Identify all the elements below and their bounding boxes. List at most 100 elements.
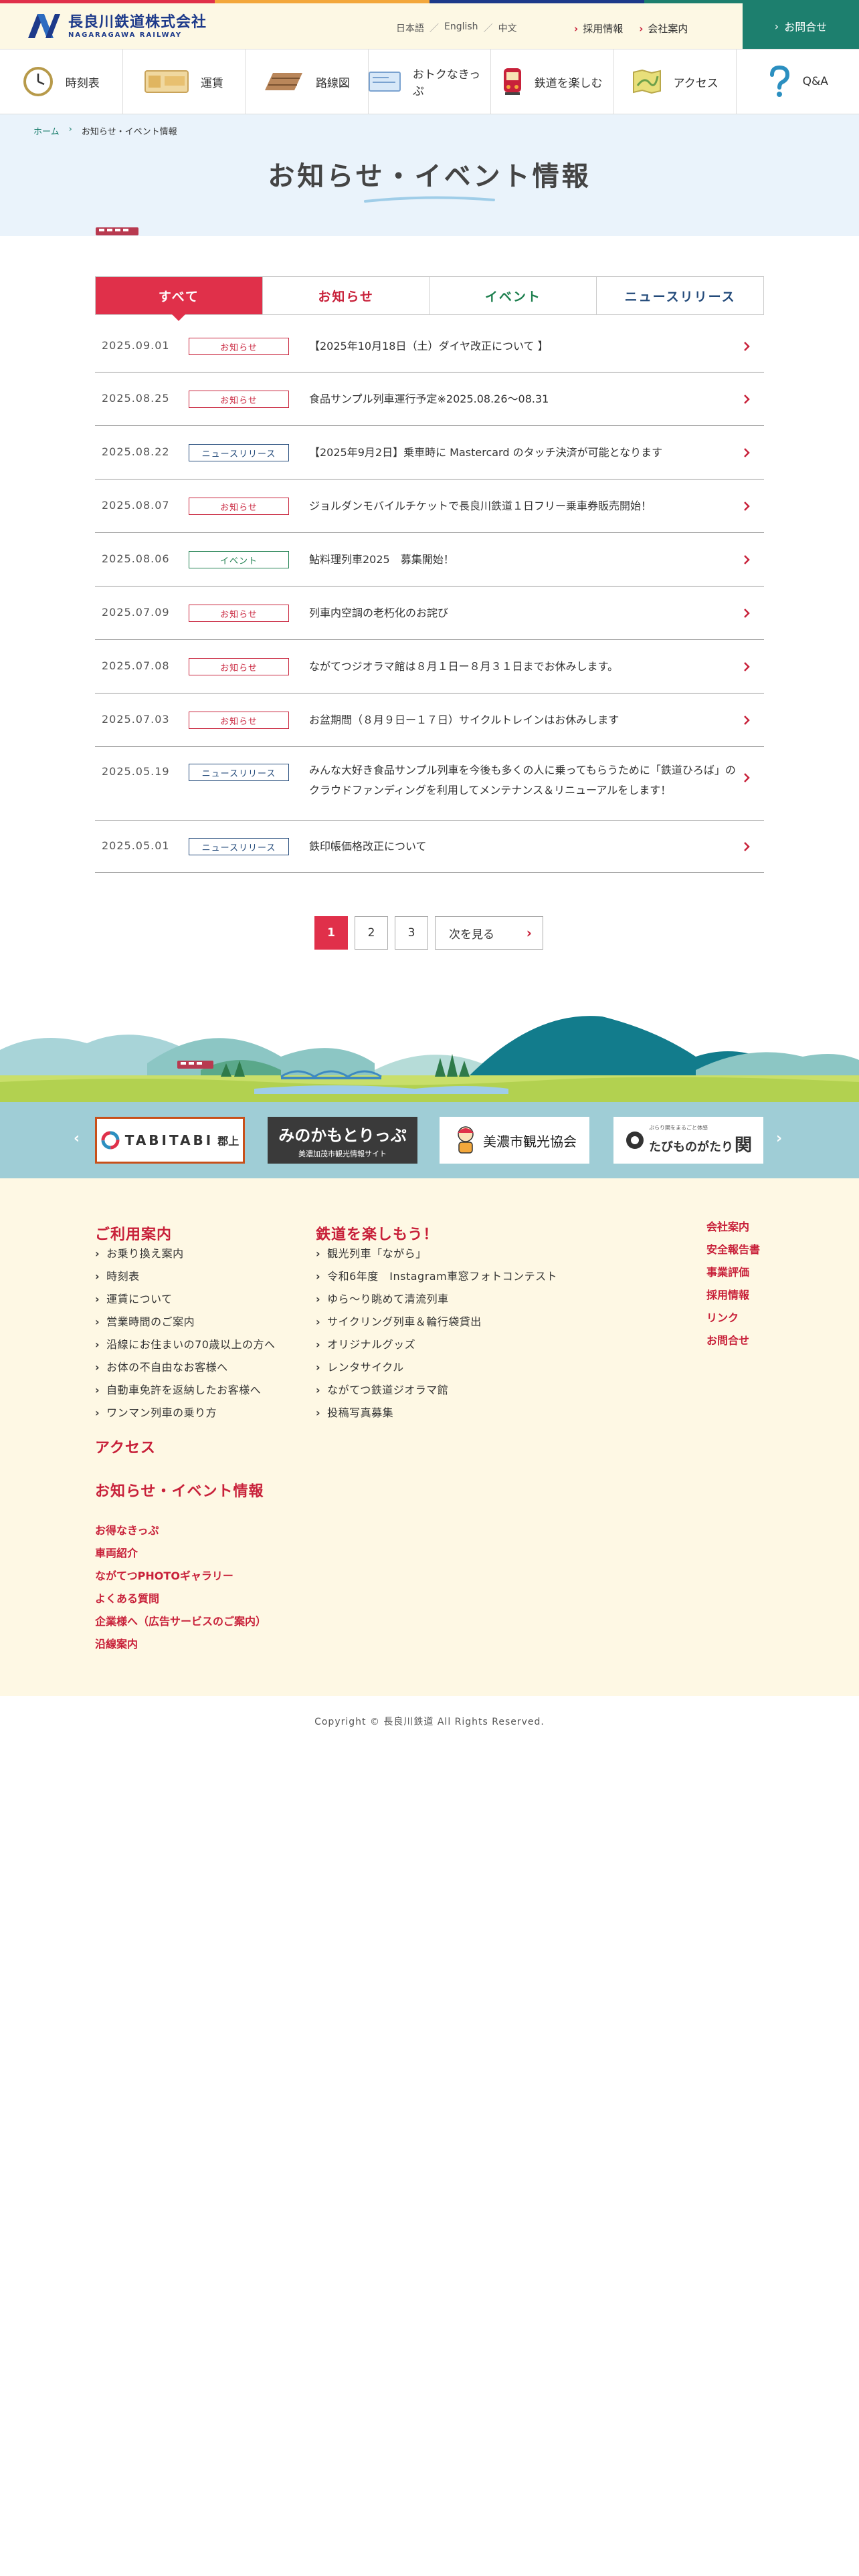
footer-link[interactable]: 令和6年度 Instagram車窓フォトコンテスト (316, 1265, 557, 1288)
news-title[interactable]: お盆期間（８月９日ー１７日）サイクルトレインはお休みします (309, 710, 737, 730)
news-title[interactable]: 食品サンプル列車運行予定※2025.08.26〜08.31 (309, 389, 737, 409)
banner-seki-small: ぶらり関をまるごと体感 (648, 1125, 708, 1131)
carousel-next-icon[interactable]: › (776, 1130, 782, 1147)
footer-link[interactable]: 自動車免許を返納したお客様へ (95, 1379, 275, 1402)
nav-item-qa[interactable]: Q&A (737, 49, 859, 114)
footer-link[interactable]: 観光列車「ながら」 (316, 1243, 557, 1265)
logo-mark-icon (28, 14, 60, 38)
news-title[interactable]: 【2025年9月2日】乗車時に Mastercard のタッチ決済が可能となりま… (309, 443, 737, 463)
news-title[interactable]: 鮎料理列車2025 募集開始！ (309, 550, 737, 570)
lang-en[interactable]: English (444, 21, 478, 35)
chevron-right-icon: › (774, 19, 779, 33)
news-title[interactable]: ジョルダンモバイルチケットで長良川鉄道１日フリー乗車券販売開始！ (309, 496, 737, 516)
header-link-company[interactable]: 会社案内 (639, 21, 688, 35)
tab-all[interactable]: すべて (96, 277, 263, 314)
header-link-recruit[interactable]: 採用情報 (574, 21, 623, 35)
news-row[interactable]: 2025.05.19 ニュースリリース みんな大好き食品サンプル列車を今後も多くの人… (95, 747, 764, 821)
breadcrumb-current: お知らせ・イベント情報 (81, 127, 177, 137)
footer-link[interactable]: ながてつPHOTOギャラリー (95, 1565, 266, 1588)
footer-heading-enjoy[interactable]: 鉄道を楽しもう！ (316, 1222, 438, 1244)
footer-link[interactable]: よくある質問 (95, 1588, 266, 1610)
next-page-button[interactable]: 次を見る › (435, 916, 543, 950)
nav-item-fare[interactable]: 運賃 (123, 49, 246, 114)
discount-ticket-icon (368, 72, 401, 92)
footer-link[interactable]: 時刻表 (95, 1265, 275, 1288)
footer-link[interactable]: お問合せ (706, 1329, 760, 1352)
news-row[interactable]: 2025.07.09 お知らせ 列車内空調の老朽化のお詫び (95, 586, 764, 640)
tab-news[interactable]: お知らせ (263, 277, 430, 314)
news-row[interactable]: 2025.07.08 お知らせ ながてつジオラマ館は８月１日ー８月３１日までお休みし… (95, 640, 764, 693)
footer-heading-access[interactable]: アクセス (95, 1436, 156, 1457)
next-page-label: 次を見る (449, 928, 494, 942)
site-logo[interactable]: 長良川鉄道株式会社 NAGARAGAWA RAILWAY (27, 13, 207, 39)
chevron-right-icon (744, 448, 750, 457)
footer-link[interactable]: 会社案内 (706, 1216, 760, 1239)
news-row[interactable]: 2025.05.01 ニュースリリース 鉄印帳価格改正について (95, 821, 764, 873)
footer-link[interactable]: 企業様へ（広告サービスのご案内） (95, 1610, 266, 1633)
footer-link[interactable]: お体の不自由なお客様へ (95, 1356, 275, 1379)
footer-link[interactable]: 沿線にお住まいの70歳以上の方へ (95, 1333, 275, 1356)
news-row[interactable]: 2025.08.06 イベント 鮎料理列車2025 募集開始！ (95, 533, 764, 586)
global-nav: 時刻表 運賃 路線図 おトクなきっぷ 鉄道を楽しむ アクセス Q&A (0, 49, 859, 114)
banner-minokamo-trip[interactable]: みのかもとりっぷ 美濃加茂市観光情報サイト (268, 1117, 417, 1164)
news-title[interactable]: 鉄印帳価格改正について (309, 837, 737, 857)
nav-item-discount-tickets[interactable]: おトクなきっぷ (368, 49, 492, 114)
seki-logo-icon (626, 1132, 644, 1149)
news-row[interactable]: 2025.08.07 お知らせ ジョルダンモバイルチケットで長良川鉄道１日フリー乗車… (95, 479, 764, 533)
train-icon (503, 68, 521, 95)
news-row[interactable]: 2025.07.03 お知らせ お盆期間（８月９日ー１７日）サイクルトレインはお休み… (95, 693, 764, 747)
tab-news-release[interactable]: ニュースリリース (597, 277, 763, 314)
nav-item-timetable[interactable]: 時刻表 (0, 49, 123, 114)
banner-seki-tabimonogatari[interactable]: ぶらり関をまるごと体感 たびものがたり関 (613, 1117, 763, 1164)
footer-link[interactable]: サイクリング列車＆輪行袋貸出 (316, 1311, 557, 1333)
nav-item-access[interactable]: アクセス (614, 49, 737, 114)
footer-link[interactable]: お得なきっぷ (95, 1519, 266, 1542)
tab-event[interactable]: イベント (430, 277, 597, 314)
footer-link[interactable]: 沿線案内 (95, 1633, 266, 1656)
footer-link[interactable]: ゆら〜り眺めて清流列車 (316, 1288, 557, 1311)
nav-item-enjoy-railway[interactable]: 鉄道を楽しむ (491, 49, 614, 114)
contact-button[interactable]: › お問合せ (743, 3, 859, 49)
title-underline-decoration (364, 196, 495, 203)
footer-link[interactable]: 運賃について (95, 1288, 275, 1311)
lang-ja[interactable]: 日本語 (396, 21, 424, 35)
news-row[interactable]: 2025.08.25 お知らせ 食品サンプル列車運行予定※2025.08.26〜08… (95, 372, 764, 426)
footer-link[interactable]: 事業評価 (706, 1261, 760, 1284)
banner-tabitabi[interactable]: TABITABI 郡上 (95, 1117, 245, 1164)
page-button-1[interactable]: 1 (314, 916, 348, 950)
news-title[interactable]: みんな大好き食品サンプル列車を今後も多くの人に乗ってもらうために「鉄道ひろば」の… (309, 760, 737, 800)
footer-link-list: お得なきっぷ 車両紹介 ながてつPHOTOギャラリー よくある質問 企業様へ（広告サービ… (95, 1519, 266, 1656)
page-button-3[interactable]: 3 (395, 916, 428, 950)
news-title[interactable]: 【2025年10月18日（土）ダイヤ改正について 】 (309, 336, 737, 356)
footer-link[interactable]: ワンマン列車の乗り方 (95, 1402, 275, 1424)
footer-link[interactable]: オリジナルグッズ (316, 1333, 557, 1356)
news-category-badge: お知らせ (189, 658, 289, 675)
footer-link[interactable]: ながてつ鉄道ジオラマ館 (316, 1379, 557, 1402)
page-button-2[interactable]: 2 (355, 916, 388, 950)
footer-heading-guide[interactable]: ご利用案内 (95, 1222, 172, 1244)
carousel-prev-icon[interactable]: ‹ (74, 1130, 80, 1147)
map-icon (632, 70, 661, 94)
nav-item-route-map[interactable]: 路線図 (246, 49, 369, 114)
footer-link[interactable]: レンタサイクル (316, 1356, 557, 1379)
banner-mino-city-tourism[interactable]: 美濃市観光協会 (440, 1117, 589, 1164)
lang-zh[interactable]: 中文 (498, 21, 517, 35)
footer-link[interactable]: お乗り換え案内 (95, 1243, 275, 1265)
news-row[interactable]: 2025.09.01 お知らせ 【2025年10月18日（土）ダイヤ改正について 】 (95, 320, 764, 372)
footer-link[interactable]: 安全報告書 (706, 1239, 760, 1261)
header-links: 採用情報 会社案内 (574, 21, 688, 35)
footer-link[interactable]: 車両紹介 (95, 1542, 266, 1565)
footer-link[interactable]: 営業時間のご案内 (95, 1311, 275, 1333)
footer-link[interactable]: リンク (706, 1307, 760, 1329)
footer-link[interactable]: 投稿写真募集 (316, 1402, 557, 1424)
footer-link[interactable]: 採用情報 (706, 1284, 760, 1307)
news-title[interactable]: 列車内空調の老朽化のお詫び (309, 603, 737, 623)
news-date: 2025.09.01 (102, 339, 170, 352)
contact-label: お問合せ (784, 21, 828, 33)
footer-heading-news[interactable]: お知らせ・イベント情報 (95, 1479, 264, 1501)
tabitabi-logo-icon (101, 1131, 120, 1150)
news-title[interactable]: ながてつジオラマ館は８月１日ー８月３１日までお休みします。 (309, 657, 737, 677)
news-row[interactable]: 2025.08.22 ニュースリリース 【2025年9月2日】乗車時に Master… (95, 426, 764, 479)
breadcrumb-home[interactable]: ホーム (33, 124, 60, 137)
chevron-right-icon: › (68, 124, 72, 134)
